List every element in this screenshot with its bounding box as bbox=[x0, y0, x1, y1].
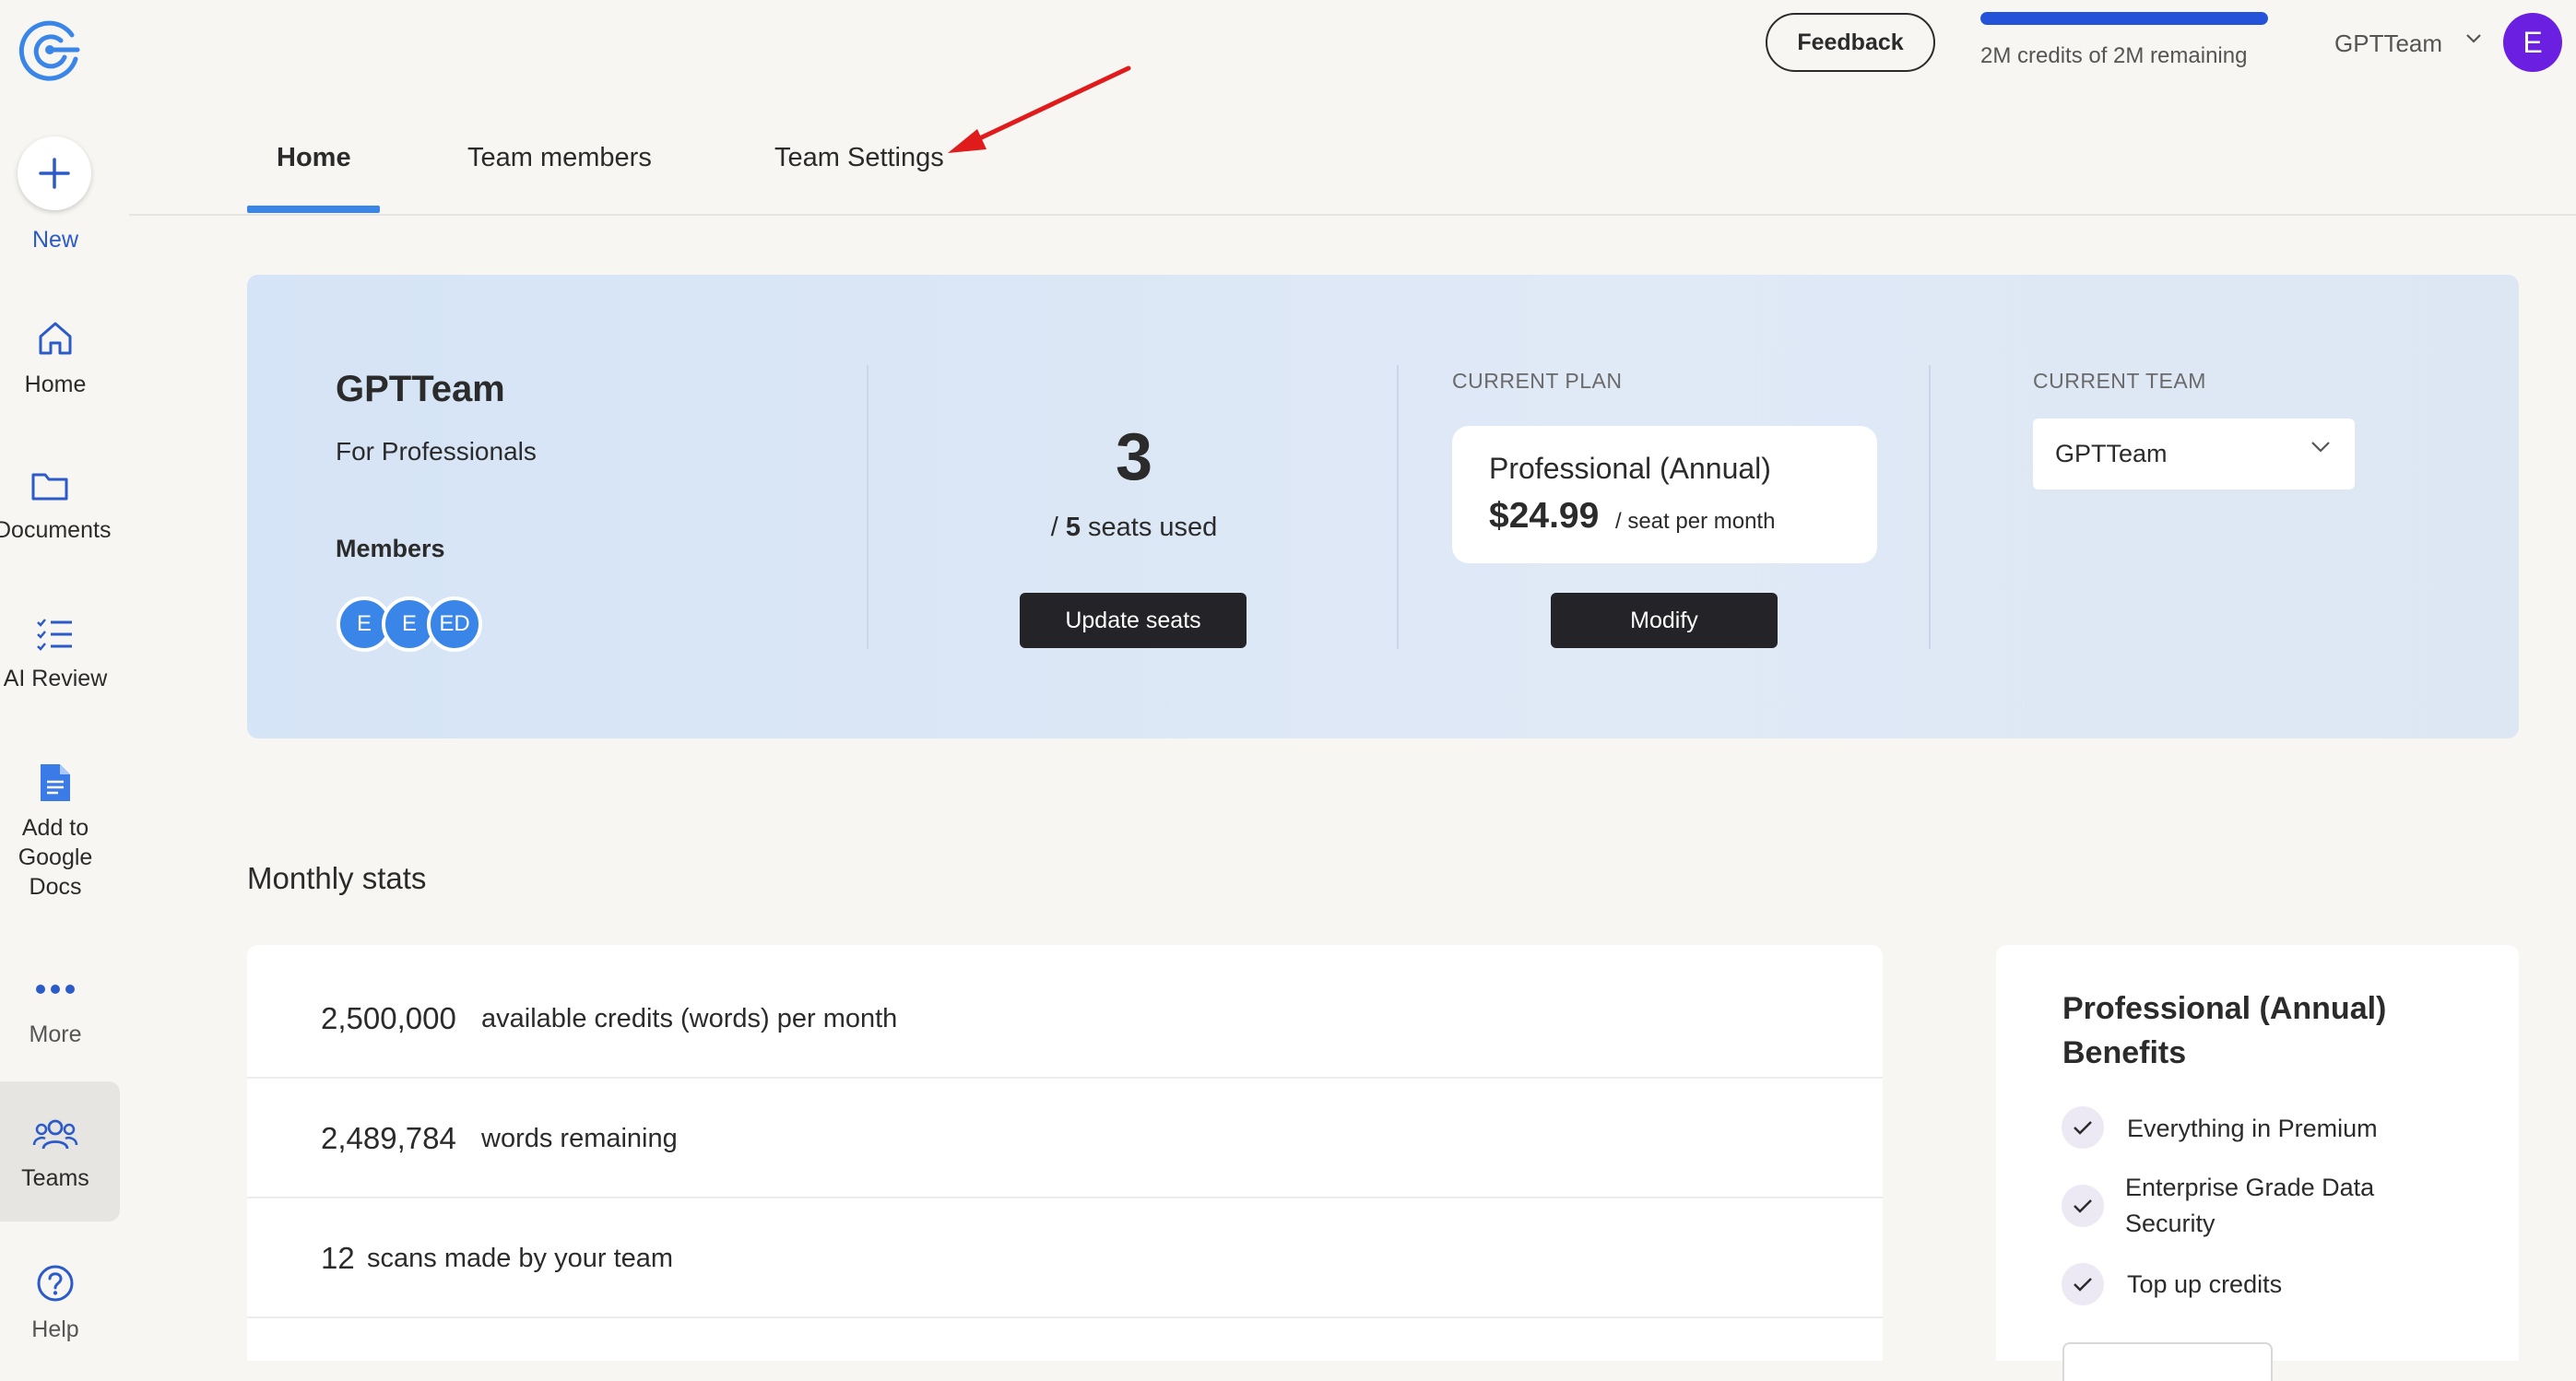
stat-row: 2,489,784 words remaining bbox=[247, 1079, 1883, 1198]
benefits-action-button[interactable] bbox=[2062, 1342, 2273, 1381]
tab-team-members[interactable]: Team members bbox=[467, 143, 652, 173]
chevron-down-icon bbox=[2311, 442, 2330, 453]
team-subtitle: For Professionals bbox=[336, 437, 537, 466]
sidebar-item-ai-review[interactable]: AI Review bbox=[0, 616, 111, 693]
sidebar-item-label-line: Docs bbox=[29, 874, 82, 900]
home-icon bbox=[39, 322, 72, 355]
sidebar-item-help[interactable]: Help bbox=[0, 1263, 111, 1344]
monthly-stats-title: Monthly stats bbox=[247, 861, 427, 895]
benefit-item: Top up credits bbox=[2127, 1270, 2283, 1298]
folder-icon bbox=[31, 473, 68, 501]
benefits-title: Professional (Annual) Benefits bbox=[2062, 991, 2387, 1070]
seats-used-count: 3 bbox=[1115, 420, 1153, 494]
sidebar-item-label: Teams bbox=[21, 1165, 89, 1191]
sidebar-item-more[interactable]: More bbox=[0, 977, 111, 1049]
plan-name: Professional (Annual) bbox=[1489, 452, 1771, 485]
stat-value: 12 bbox=[321, 1241, 355, 1275]
stat-row: 12 scans made by your team bbox=[247, 1198, 1883, 1318]
stat-description: words remaining bbox=[481, 1123, 678, 1153]
new-button[interactable] bbox=[18, 136, 91, 210]
update-seats-button[interactable]: Update seats bbox=[1020, 593, 1247, 648]
sidebar-item-label: Home bbox=[24, 372, 87, 397]
current-team-select[interactable]: GPTTeam bbox=[2033, 419, 2355, 490]
tabs-divider bbox=[129, 214, 2576, 216]
sidebar-item-documents[interactable]: Documents bbox=[0, 467, 112, 545]
check-icon bbox=[2062, 1106, 2104, 1149]
card-divider bbox=[867, 365, 869, 649]
feedback-button[interactable]: Feedback bbox=[1766, 13, 1935, 72]
sidebar-item-add-to-google-docs[interactable]: Add to Google Docs bbox=[0, 761, 111, 902]
current-team-caption: CURRENT TEAM bbox=[2033, 369, 2206, 393]
tab-home[interactable]: Home bbox=[277, 143, 351, 173]
credits-remaining-text: 2M credits of 2M remaining bbox=[1980, 43, 2248, 68]
members-label: Members bbox=[336, 535, 445, 562]
seats-caption: / 5 seats used bbox=[996, 513, 1272, 543]
help-icon bbox=[37, 1265, 74, 1302]
current-plan-caption: CURRENT PLAN bbox=[1452, 369, 1623, 393]
active-tab-indicator bbox=[247, 206, 380, 213]
teams-icon bbox=[32, 1119, 78, 1150]
team-overview-card bbox=[247, 275, 2519, 738]
team-name: GPTTeam bbox=[336, 369, 505, 409]
app-logo[interactable] bbox=[15, 15, 85, 85]
stat-row: 2,500,000 available credits (words) per … bbox=[247, 959, 1883, 1079]
checklist-icon bbox=[37, 619, 72, 651]
check-icon bbox=[2062, 1185, 2104, 1227]
seats-suffix: seats used bbox=[1088, 513, 1218, 542]
modify-plan-button[interactable]: Modify bbox=[1551, 593, 1778, 648]
seats-total: 5 bbox=[1065, 513, 1081, 542]
member-avatar[interactable]: ED bbox=[427, 596, 482, 652]
credits-progress-bar bbox=[1980, 12, 2268, 25]
user-avatar[interactable]: E bbox=[2503, 13, 2562, 72]
card-divider bbox=[1929, 365, 1931, 649]
stat-value: 2,489,784 bbox=[321, 1121, 456, 1155]
plan-box bbox=[1452, 426, 1877, 563]
annotation-arrow-icon bbox=[948, 65, 1131, 153]
stat-value: 2,500,000 bbox=[321, 1001, 456, 1035]
card-divider bbox=[1397, 365, 1399, 649]
current-team-value: GPTTeam bbox=[2055, 440, 2168, 467]
plus-icon bbox=[39, 158, 70, 189]
check-icon bbox=[2062, 1263, 2104, 1305]
benefit-item: Enterprise Grade Data Security bbox=[2125, 1174, 2375, 1237]
more-dots-icon bbox=[36, 985, 75, 994]
stat-description: available credits (words) per month bbox=[481, 1003, 898, 1033]
sidebar-item-label: Help bbox=[31, 1316, 79, 1342]
sidebar-item-teams[interactable]: Teams bbox=[0, 1115, 111, 1193]
sidebar-item-label-line: Google bbox=[18, 844, 93, 870]
team-switcher-label[interactable]: GPTTeam bbox=[2334, 30, 2442, 58]
sidebar-item-label-line: Add to bbox=[21, 815, 89, 841]
sidebar-item-label: Documents bbox=[0, 517, 112, 543]
plan-unit: / seat per month bbox=[1615, 509, 1776, 534]
sidebar-item-label: AI Review bbox=[3, 666, 108, 691]
plan-price: $24.99 bbox=[1489, 496, 1600, 536]
tab-team-settings[interactable]: Team Settings bbox=[774, 143, 944, 173]
sidebar-item-label: More bbox=[29, 1021, 82, 1047]
sidebar-item-home[interactable]: Home bbox=[0, 318, 111, 399]
new-label: New bbox=[31, 227, 78, 253]
benefit-item: Everything in Premium bbox=[2127, 1115, 2378, 1142]
stat-description: scans made by your team bbox=[367, 1243, 674, 1273]
credits-progress-fill bbox=[1980, 12, 2268, 25]
google-docs-icon bbox=[41, 764, 70, 801]
chevron-down-icon[interactable] bbox=[2465, 33, 2482, 44]
seats-prefix: / bbox=[1050, 513, 1058, 542]
